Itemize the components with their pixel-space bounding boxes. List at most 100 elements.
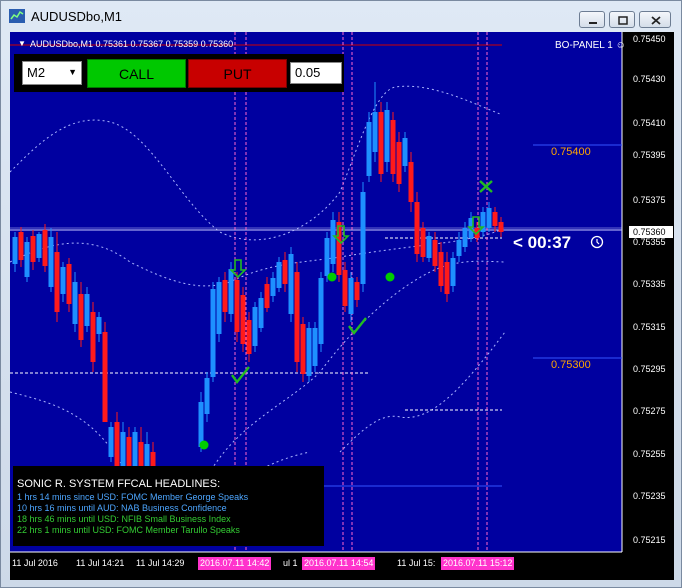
candle-body (372, 112, 378, 152)
close-icon (651, 16, 661, 25)
candle-body (246, 320, 252, 354)
candle-body (234, 280, 240, 332)
candle-body (102, 332, 108, 422)
candle-body (306, 328, 312, 376)
candle-body (12, 237, 18, 264)
time-axis-label: 11 Jul 15: (397, 558, 436, 568)
trade-panel: M2 ▼ CALL PUT 0.05 (14, 54, 344, 92)
level-label-lower: 0.75300 (551, 359, 591, 371)
time-axis-label: 11 Jul 14:21 (76, 558, 125, 568)
candle-body (30, 236, 36, 262)
price-axis-label: 0.75315 (633, 322, 666, 332)
candle-body (432, 240, 438, 266)
candle-body (390, 120, 396, 174)
candle-body (36, 234, 42, 258)
candle-body (492, 212, 498, 226)
price-axis-label: 0.75215 (633, 535, 666, 545)
symbol-quote-line: AUDUSDbo,M1 0.75361 0.75367 0.75359 0.75… (30, 39, 234, 49)
candle-body (486, 208, 492, 228)
call-button[interactable]: CALL (87, 59, 186, 88)
title-bar[interactable]: AUDUSDbo,M1 (1, 1, 681, 31)
amount-input[interactable]: 0.05 (290, 62, 342, 84)
chart-window-icon (9, 9, 25, 23)
price-axis-label: 0.75450 (633, 34, 666, 44)
candle-body (348, 278, 354, 314)
candle-body (414, 202, 420, 254)
candle-body (294, 272, 300, 362)
level-label-upper: 0.75400 (551, 146, 591, 158)
candle-timer: < 00:37 (513, 233, 572, 252)
price-axis-label: 0.75335 (633, 279, 666, 289)
candle-body (324, 238, 330, 276)
candle-body (450, 258, 456, 286)
candle-body (132, 432, 138, 467)
candle-body (354, 282, 360, 300)
candle-body (42, 230, 48, 266)
chevron-down-icon: ▼ (68, 67, 77, 77)
window-title: AUDUSDbo,M1 (31, 9, 123, 24)
candle-body (384, 110, 390, 162)
price-chart[interactable]: ▼ AUDUSDbo,M1 0.75361 0.75367 0.75359 0.… (10, 32, 674, 580)
price-axis-label: 0.75430 (633, 74, 666, 84)
timeframe-select[interactable]: M2 ▼ (22, 61, 82, 85)
candle-body (216, 282, 222, 334)
candle-body (222, 280, 228, 312)
candle-body (18, 232, 24, 260)
candle-body (408, 162, 414, 202)
candle-body (198, 402, 204, 447)
time-axis-label: 11 Jul 14:29 (136, 558, 185, 568)
candle-body (264, 284, 270, 308)
price-axis-label: 0.75395 (633, 150, 666, 160)
candle-body (72, 282, 78, 324)
put-button[interactable]: PUT (188, 59, 287, 88)
price-axis-label: 0.75375 (633, 195, 666, 205)
time-marker-tag: 2016.07.11 14:42 (198, 557, 272, 570)
candle-body (282, 260, 288, 284)
candle-body (60, 267, 66, 294)
signal-dot (199, 440, 209, 450)
symbol-menu-icon[interactable]: ▼ (18, 39, 26, 48)
price-axis-label: 0.75355 (633, 237, 666, 247)
candle-body (312, 328, 318, 366)
candle-body (24, 242, 30, 277)
candle-body (90, 312, 96, 362)
candle-body (276, 262, 282, 288)
timeframe-value: M2 (27, 65, 46, 80)
signal-dot (327, 272, 337, 282)
candle-body (360, 192, 366, 284)
news-headlines-panel: SONIC R. SYSTEM FFCAL HEADLINES: 1 hrs 1… (13, 466, 324, 546)
restore-button[interactable] (609, 11, 635, 28)
candle-body (96, 317, 102, 334)
close-button[interactable] (639, 11, 671, 28)
price-axis-label: 0.75235 (633, 491, 666, 501)
time-marker-tag: 2016.07.11 15:12 (441, 557, 515, 570)
candle-body (438, 252, 444, 286)
candle-body (240, 295, 246, 344)
current-price-tag: 0.75360 (629, 226, 673, 238)
candle-body (498, 222, 504, 232)
candle-body (330, 220, 336, 264)
candle-body (228, 269, 234, 314)
candle-body (426, 236, 432, 258)
candle-body (402, 138, 408, 166)
candle-body (342, 270, 348, 306)
news-title: SONIC R. SYSTEM FFCAL HEADLINES: (17, 478, 221, 490)
price-axis-label: 0.75410 (633, 118, 666, 128)
candle-body (456, 240, 462, 256)
terminal-window: AUDUSDbo,M1 ▼ AUDUSDbo,M1 0.75361 0.7536… (0, 0, 682, 588)
news-item: 18 hrs 46 mins until USD: NFIB Small Bus… (17, 514, 231, 524)
candle-body (108, 427, 114, 457)
candle-body (378, 112, 384, 174)
candle-body (396, 142, 402, 184)
candle-body (84, 294, 90, 326)
news-item: 10 hrs 16 mins until AUD: NAB Business C… (17, 503, 227, 513)
time-axis-label: 11 Jul 2016 (12, 558, 58, 568)
price-axis-label: 0.75255 (633, 449, 666, 459)
news-item: 22 hrs 1 mins until USD: FOMC Member Tar… (17, 525, 240, 535)
candle-body (270, 278, 276, 296)
candle-body (288, 254, 294, 314)
signal-dot (385, 272, 395, 282)
candle-body (78, 294, 84, 340)
candle-body (204, 378, 210, 414)
minimize-button[interactable] (579, 11, 605, 28)
